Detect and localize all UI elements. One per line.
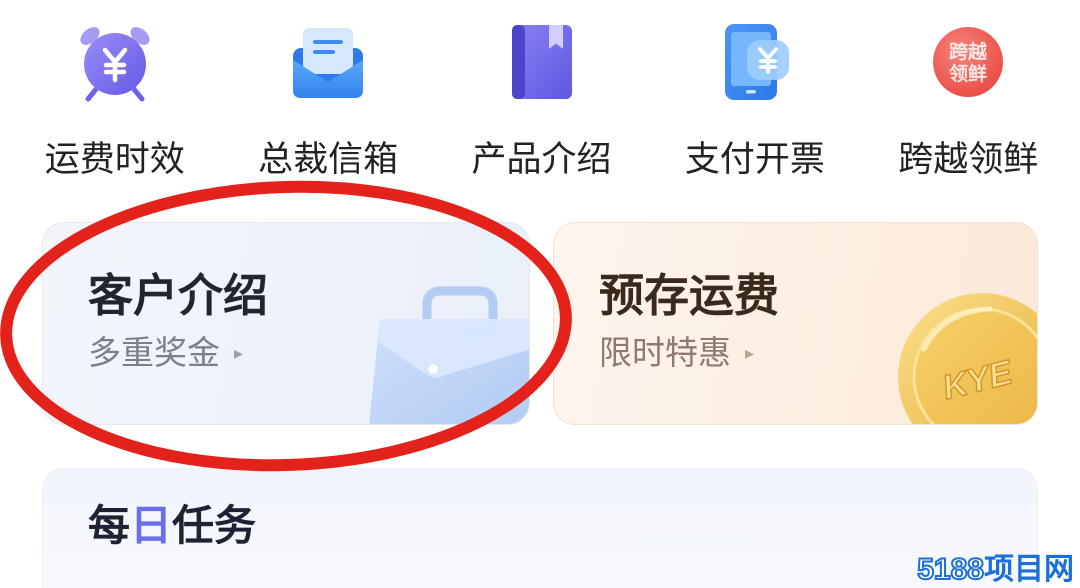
alarm-clock-yuan-icon — [73, 20, 157, 104]
shortcut-kuayue-fresh[interactable]: 跨越 领鲜 跨越领鲜 — [862, 0, 1075, 200]
chevron-right-icon: ▸ — [745, 343, 755, 363]
daily-tasks-title-part: 每 — [88, 502, 131, 549]
promo-card-prepaid-freight[interactable]: 预存运费 限时特惠 ▸ KYE — [553, 222, 1038, 425]
logo-text-line-2: 领鲜 — [949, 62, 987, 85]
promo-card-title: 客户介绍 — [88, 270, 269, 321]
shortcut-payment-invoice[interactable]: 支付开票 — [648, 0, 861, 200]
watermark: 5188项目网 — [916, 552, 1074, 588]
kuayue-lingxian-logo-icon: 跨越 领鲜 — [926, 20, 1010, 104]
daily-tasks-card: 每日任务 — [42, 468, 1038, 588]
shortcut-freight-timeliness[interactable]: 运费时效 — [8, 0, 221, 200]
promo-card-subtitle-row: 限时特惠 ▸ — [599, 333, 754, 373]
phone-yuan-payment-icon — [713, 20, 797, 104]
chevron-right-icon: ▸ — [234, 343, 244, 363]
book-icon — [499, 20, 583, 104]
shortcut-label: 总裁信箱 — [258, 140, 399, 179]
shortcut-grid: 运费时效 总裁信箱 产品介绍 支付开票 跨越 领鲜 跨越领鲜 — [8, 0, 1075, 200]
daily-tasks-title: 每日任务 — [88, 501, 256, 551]
shortcut-label: 支付开票 — [684, 140, 825, 179]
watermark-digits: 5188 — [916, 552, 985, 587]
promo-card-customer-referral[interactable]: 客户介绍 多重奖金 ▸ — [42, 222, 530, 425]
daily-tasks-title-highlight: 日 — [130, 502, 173, 549]
gold-coin-icon: KYE — [898, 293, 1037, 424]
promo-card-subtitle: 限时特惠 — [599, 334, 731, 371]
promo-card-subtitle-row: 多重奖金 ▸ — [88, 333, 243, 373]
shortcut-ceo-mailbox[interactable]: 总裁信箱 — [221, 0, 434, 200]
promo-card-subtitle: 多重奖金 — [88, 334, 220, 371]
shortcut-label: 产品介绍 — [471, 140, 612, 179]
promo-card-title: 预存运费 — [599, 270, 780, 321]
shortcut-label: 跨越领鲜 — [898, 140, 1039, 179]
daily-tasks-title-part: 任务 — [172, 502, 257, 549]
shortcut-label: 运费时效 — [44, 140, 185, 179]
watermark-text: 项目网 — [984, 553, 1074, 586]
shortcut-product-intro[interactable]: 产品介绍 — [435, 0, 648, 200]
mail-envelope-icon — [286, 20, 370, 104]
briefcase-icon — [369, 286, 529, 424]
logo-text-line-1: 跨越 — [949, 40, 988, 63]
